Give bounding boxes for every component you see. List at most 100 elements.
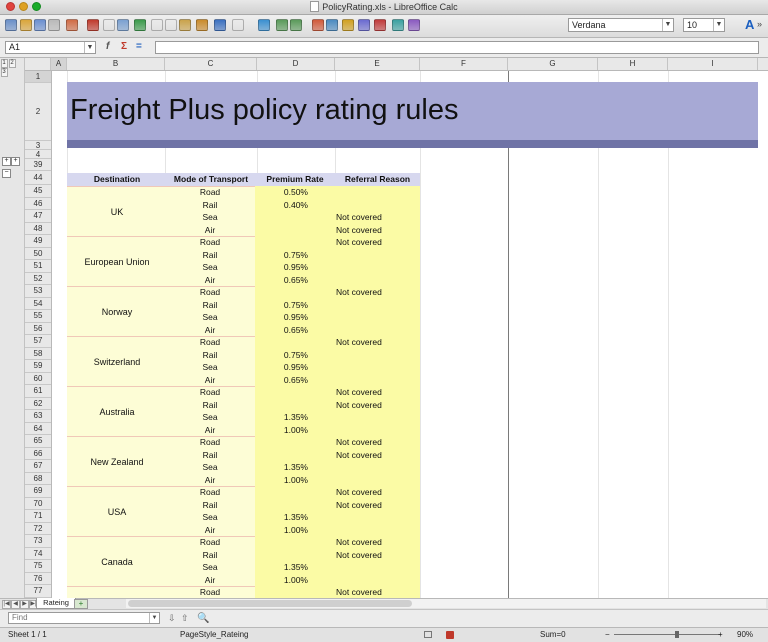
row-header-76[interactable]: 76 <box>25 573 51 585</box>
sum-icon[interactable]: Σ <box>121 41 127 52</box>
destination-name[interactable]: USA <box>67 487 167 537</box>
transport-mode-cell[interactable]: Sea <box>190 461 230 474</box>
referral-reason-cell[interactable]: Not covered <box>336 336 382 349</box>
font-name-box[interactable]: Verdana ▼ <box>568 18 674 32</box>
transport-mode-cell[interactable]: Rail <box>190 549 230 562</box>
sort-asc-icon[interactable] <box>276 19 288 31</box>
transport-mode-cell[interactable]: Rail <box>190 299 230 312</box>
row-header-3[interactable]: 3 <box>25 141 51 150</box>
referral-reason-cell[interactable]: Not covered <box>336 449 382 462</box>
referral-reason-cell[interactable]: Not covered <box>336 236 382 249</box>
transport-mode-cell[interactable]: Air <box>190 324 230 337</box>
column-header-f[interactable]: F <box>420 58 508 70</box>
new-icon[interactable] <box>5 19 17 31</box>
row-header-59[interactable]: 59 <box>25 360 51 373</box>
find-previous-icon[interactable]: ⇧ <box>181 613 189 624</box>
redo-icon[interactable] <box>232 19 244 31</box>
print-icon[interactable] <box>103 19 115 31</box>
premium-rate-cell[interactable]: 1.00% <box>268 524 308 537</box>
premium-rate-cell[interactable]: 0.75% <box>268 249 308 262</box>
page-style[interactable]: PageStyle_Rateing <box>180 628 249 641</box>
row-header-68[interactable]: 68 <box>25 473 51 485</box>
row-header-71[interactable]: 71 <box>25 510 51 523</box>
pivot-icon[interactable] <box>326 19 338 31</box>
premium-rate-cell[interactable] <box>268 549 308 562</box>
chevron-down-icon[interactable]: ▼ <box>149 613 159 623</box>
premium-rate-cell[interactable] <box>268 499 308 512</box>
row-header-73[interactable]: 73 <box>25 535 51 548</box>
font-color-icon[interactable]: A <box>745 17 754 32</box>
spreadsheet-grid[interactable]: 1 23 + + − ABCDEFGHI 1 2 3 4 39 44 45 46 47 48 49 50… <box>0 58 768 598</box>
premium-rate-cell[interactable]: 0.65% <box>268 274 308 287</box>
chevron-down-icon[interactable]: ▼ <box>713 19 724 31</box>
row-header-64[interactable]: 64 <box>25 423 51 435</box>
next-sheet-button[interactable]: ▶ <box>20 600 29 609</box>
referral-reason-cell[interactable]: Not covered <box>336 224 382 237</box>
chart-icon[interactable] <box>312 19 324 31</box>
row-header-39[interactable]: 39 <box>25 159 51 171</box>
formula-input[interactable] <box>155 41 759 54</box>
column-header-g[interactable]: G <box>508 58 598 70</box>
transport-mode-cell[interactable]: Air <box>190 374 230 387</box>
destination-name[interactable]: Switzerland <box>67 337 167 387</box>
outline-level-3[interactable]: 3 <box>1 68 8 77</box>
row-header-74[interactable]: 74 <box>25 548 51 560</box>
hyperlink-icon[interactable] <box>258 19 270 31</box>
transport-mode-cell[interactable]: Rail <box>190 499 230 512</box>
premium-rate-cell[interactable]: 1.35% <box>268 411 308 424</box>
column-header-b[interactable]: B <box>67 58 165 70</box>
outline-expand-button-2[interactable]: + <box>11 157 20 166</box>
row-header-69[interactable]: 69 <box>25 485 51 498</box>
transport-mode-cell[interactable]: Rail <box>190 249 230 262</box>
transport-mode-cell[interactable]: Air <box>190 524 230 537</box>
zoom-slider-track[interactable] <box>614 634 721 635</box>
premium-rate-cell[interactable]: 0.65% <box>268 374 308 387</box>
find-next-icon[interactable]: ⇩ <box>168 613 176 624</box>
row-header-57[interactable]: 57 <box>25 335 51 348</box>
premium-rate-cell[interactable] <box>268 449 308 462</box>
premium-rate-cell[interactable]: 0.95% <box>268 361 308 374</box>
row-header-75[interactable]: 75 <box>25 560 51 573</box>
premium-rate-cell[interactable]: 1.35% <box>268 511 308 524</box>
premium-rate-cell[interactable] <box>268 236 308 249</box>
destination-name[interactable]: Norway <box>67 287 167 337</box>
premium-rate-cell[interactable]: 0.75% <box>268 299 308 312</box>
referral-reason-cell[interactable]: Not covered <box>336 536 382 549</box>
destination-name[interactable] <box>67 587 167 598</box>
undo-icon[interactable] <box>214 19 226 31</box>
find-input[interactable]: Find ▼ <box>8 612 160 624</box>
column-header-h[interactable]: H <box>598 58 668 70</box>
transport-mode-cell[interactable]: Road <box>190 336 230 349</box>
copy-icon[interactable] <box>165 19 177 31</box>
referral-reason-cell[interactable]: Not covered <box>336 549 382 562</box>
premium-rate-cell[interactable] <box>268 486 308 499</box>
search-icon[interactable]: 🔍 <box>197 613 209 624</box>
row-header-61[interactable]: 61 <box>25 385 51 398</box>
spellcheck-icon[interactable] <box>134 19 146 31</box>
row-header-52[interactable]: 52 <box>25 273 51 285</box>
first-sheet-button[interactable]: |◀ <box>2 600 11 609</box>
function-equals-icon[interactable]: = <box>136 41 142 52</box>
column-header-i[interactable]: I <box>668 58 758 70</box>
outline-level-1[interactable]: 1 <box>1 59 8 68</box>
transport-mode-cell[interactable]: Air <box>190 274 230 287</box>
row-header-1[interactable]: 1 <box>25 71 51 83</box>
name-box[interactable]: A1 ▼ <box>5 41 96 54</box>
row-header-46[interactable]: 46 <box>25 198 51 210</box>
row-header-62[interactable]: 62 <box>25 398 51 410</box>
premium-rate-cell[interactable]: 1.00% <box>268 574 308 587</box>
selection-mode-icon[interactable] <box>424 631 432 638</box>
referral-reason-cell[interactable]: Not covered <box>336 486 382 499</box>
row-header-55[interactable]: 55 <box>25 310 51 323</box>
transport-mode-cell[interactable]: Road <box>190 386 230 399</box>
transport-mode-cell[interactable]: Air <box>190 574 230 587</box>
transport-mode-cell[interactable]: Sea <box>190 561 230 574</box>
destination-name[interactable]: European Union <box>67 237 167 287</box>
styles-icon[interactable] <box>408 19 420 31</box>
select-all-corner[interactable] <box>25 58 51 70</box>
transport-mode-cell[interactable]: Road <box>190 486 230 499</box>
function-wizard-icon[interactable]: f <box>106 41 109 52</box>
premium-rate-cell[interactable]: 1.00% <box>268 474 308 487</box>
premium-rate-cell[interactable] <box>268 224 308 237</box>
transport-mode-cell[interactable]: Road <box>190 436 230 449</box>
